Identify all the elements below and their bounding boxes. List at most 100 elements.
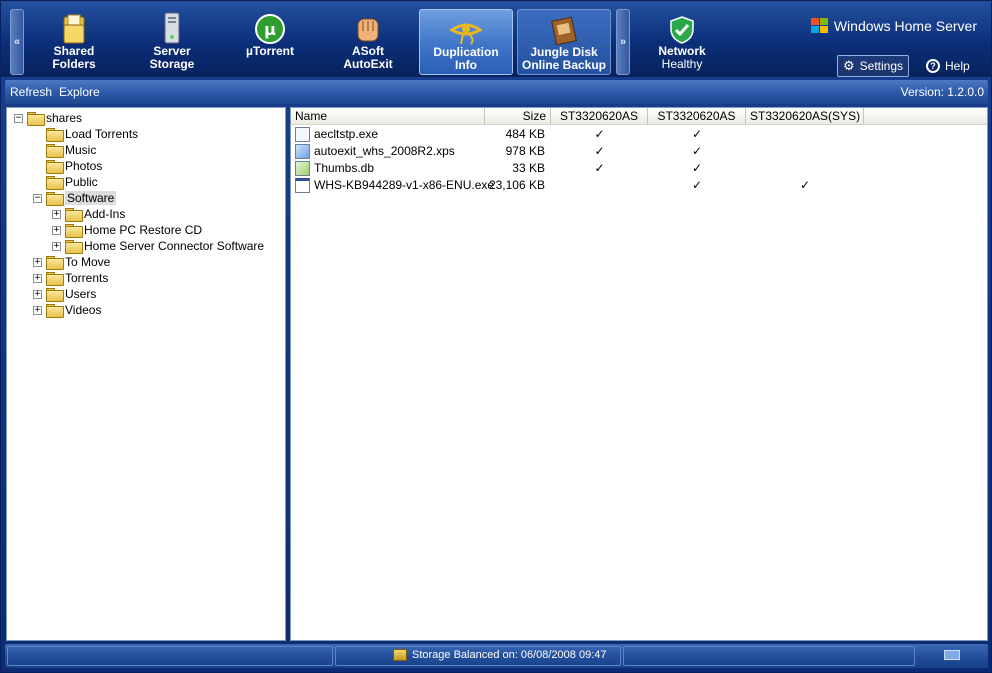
toolbar: Refresh Explore Version: 1.2.0.0	[5, 80, 988, 104]
tree-node[interactable]: + Home Server Connector Software	[52, 238, 264, 254]
eye-of-horus-icon	[420, 10, 512, 46]
tree-node[interactable]: Music	[33, 142, 96, 158]
tree-node[interactable]: + Videos	[33, 302, 101, 318]
tree-node[interactable]: + To Move	[33, 254, 110, 270]
tab-shared-folders[interactable]: Shared Folders	[27, 9, 121, 75]
scroll-left-button[interactable]: «	[10, 9, 24, 75]
status-segment	[7, 646, 333, 666]
tree-node[interactable]: Photos	[33, 158, 102, 174]
column-header-disk3[interactable]: ST3320620AS(SYS)	[746, 108, 864, 125]
expand-icon[interactable]: +	[52, 241, 61, 251]
folder-icon	[46, 288, 64, 302]
check-icon: ✓	[691, 161, 703, 175]
shield-check-icon	[635, 9, 729, 45]
column-header-size[interactable]: Size	[485, 108, 551, 125]
xps-icon	[295, 144, 310, 159]
help-button[interactable]: ? Help	[921, 55, 975, 77]
file-list[interactable]: Name Size ST3320620AS ST3320620AS ST3320…	[290, 107, 988, 641]
tab-server-storage[interactable]: Server Storage	[125, 9, 219, 75]
table-row[interactable]: autoexit_whs_2008R2.xps 978 KB ✓ ✓	[291, 143, 987, 160]
settings-button[interactable]: ⚙ Settings	[837, 55, 910, 77]
folder-icon	[65, 240, 83, 254]
table-row[interactable]: aecltstp.exe 484 KB ✓ ✓	[291, 126, 987, 143]
windows-logo-icon	[810, 18, 828, 33]
tab-duplication-info[interactable]: Duplication Info	[419, 9, 513, 75]
storage-status-text: Storage Balanced on: 06/08/2008 09:47	[412, 649, 607, 661]
folder-icon	[46, 128, 64, 142]
tree-node-shares[interactable]: − shares	[14, 110, 82, 126]
ribbon: « Shared Folders Server Storage µ µTorre…	[1, 1, 991, 77]
brand: Windows Home Server	[810, 17, 977, 35]
folder-icon	[46, 160, 64, 174]
server-icon	[125, 9, 219, 45]
tab-asoft-autoexit[interactable]: ASoft AutoExit	[321, 9, 415, 75]
folder-icon	[27, 112, 45, 126]
check-icon: ✓	[594, 161, 605, 175]
column-header-disk1[interactable]: ST3320620AS	[551, 108, 648, 125]
storage-status: Storage Balanced on: 06/08/2008 09:47	[393, 649, 607, 661]
file-size: 978 KB	[505, 144, 545, 158]
tree-node[interactable]: Public	[33, 174, 98, 190]
gear-icon: ⚙	[843, 58, 855, 73]
explore-button[interactable]: Explore	[59, 85, 100, 99]
file-name: Thumbs.db	[314, 161, 375, 175]
column-header-name[interactable]: Name	[291, 108, 485, 125]
folder-icon	[46, 272, 64, 286]
tree-node[interactable]: + Torrents	[33, 270, 108, 286]
tree-node-label: Photos	[65, 159, 103, 173]
tree-node-label: Videos	[65, 303, 102, 317]
collapse-icon[interactable]: −	[33, 193, 42, 203]
network-status-text: Healthy	[661, 57, 703, 71]
tree-node-label: shares	[46, 111, 83, 125]
table-row[interactable]: WHS-KB944289-v1-x86-ENU.exe 23,106 KB ✓ …	[291, 177, 987, 194]
chevron-left-icon: «	[13, 36, 21, 48]
folder-icon	[65, 224, 83, 238]
expand-icon[interactable]: +	[33, 273, 42, 283]
refresh-button[interactable]: Refresh	[10, 85, 52, 99]
expand-icon[interactable]: +	[33, 289, 42, 299]
tree-node[interactable]: + Add-Ins	[52, 206, 125, 222]
folder-tree[interactable]: − shares Load Torrents Music Photos Publ…	[6, 107, 286, 641]
tree-node[interactable]: + Home PC Restore CD	[52, 222, 202, 238]
expand-icon[interactable]: +	[33, 305, 42, 315]
check-icon: ✓	[691, 178, 703, 192]
collapse-icon[interactable]: −	[14, 113, 23, 123]
folder-icon	[46, 256, 64, 270]
file-name: autoexit_whs_2008R2.xps	[314, 144, 455, 158]
help-label: Help	[945, 59, 970, 73]
file-size: 33 KB	[512, 161, 545, 175]
tree-node[interactable]: + Users	[33, 286, 96, 302]
tree-node[interactable]: Load Torrents	[33, 126, 138, 142]
tab-label-line2: Storage	[149, 57, 195, 71]
folder-icon	[65, 208, 83, 222]
brand-text: Windows Home Server	[833, 18, 977, 34]
folder-icon	[46, 176, 64, 190]
chevron-right-icon: »	[619, 36, 627, 48]
tree-node-label: Home PC Restore CD	[84, 223, 203, 237]
tab-label-line1: µTorrent	[245, 44, 295, 58]
tab-utorrent[interactable]: µ µTorrent	[223, 9, 317, 75]
jungle-disk-icon	[518, 10, 610, 46]
expand-icon[interactable]: +	[33, 257, 42, 267]
expand-icon[interactable]: +	[52, 225, 61, 235]
tab-label-line2: Online Backup	[521, 58, 607, 72]
file-size: 23,106 KB	[488, 178, 545, 192]
exe-icon	[295, 127, 310, 142]
file-name: aecltstp.exe	[314, 127, 379, 141]
tab-label-line2: Folders	[52, 57, 96, 71]
scroll-right-button[interactable]: »	[616, 9, 630, 75]
tree-node-label: Load Torrents	[65, 127, 139, 141]
folder-icon	[27, 9, 121, 45]
tree-node-label: Music	[65, 143, 97, 157]
status-bar: Storage Balanced on: 06/08/2008 09:47	[5, 644, 988, 668]
column-header-disk2[interactable]: ST3320620AS	[648, 108, 746, 125]
table-row[interactable]: Thumbs.db 33 KB ✓ ✓	[291, 160, 987, 177]
network-status[interactable]: Network Healthy	[635, 9, 729, 75]
tab-label-line2: AutoExit	[343, 57, 393, 71]
installer-icon	[295, 178, 310, 193]
check-icon: ✓	[691, 127, 703, 141]
tab-jungle-disk[interactable]: Jungle Disk Online Backup	[517, 9, 611, 75]
expand-icon[interactable]: +	[52, 209, 61, 219]
tree-node-software[interactable]: − Software	[33, 190, 117, 206]
keyboard-icon[interactable]	[944, 650, 960, 660]
